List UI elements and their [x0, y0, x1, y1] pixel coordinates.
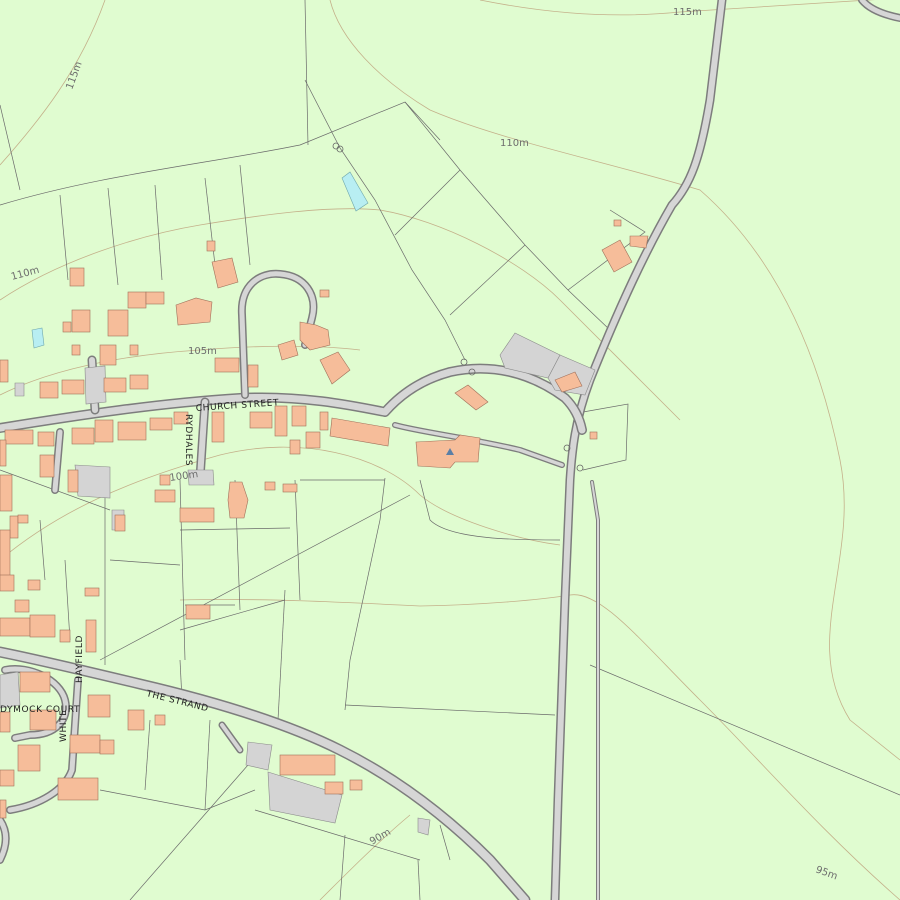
point-symbols [332, 142, 584, 472]
contour-label-110-top: 110m [500, 138, 529, 149]
street-label-rydhales: RYDHALES [183, 414, 193, 466]
map-svg[interactable]: 115m 115m 110m 110m 105m 100m 90m 95m CH… [0, 0, 900, 900]
pond [341, 171, 369, 212]
contour-label-115-top: 115m [673, 7, 702, 18]
buildings [0, 219, 649, 819]
pond-small [31, 327, 45, 349]
contour-label-105: 105m [188, 346, 217, 357]
street-label-hayfield: HAYFIELD [75, 635, 85, 683]
map-canvas[interactable]: 115m 115m 110m 110m 105m 100m 90m 95m CH… [0, 0, 900, 900]
contour-label-115-left: 115m [64, 60, 84, 91]
contour-label-110-left: 110m [10, 265, 41, 283]
contour-label-95: 95m [814, 864, 839, 882]
street-label-white: WHITE [59, 709, 69, 742]
contour-label-90: 90m [368, 827, 393, 848]
